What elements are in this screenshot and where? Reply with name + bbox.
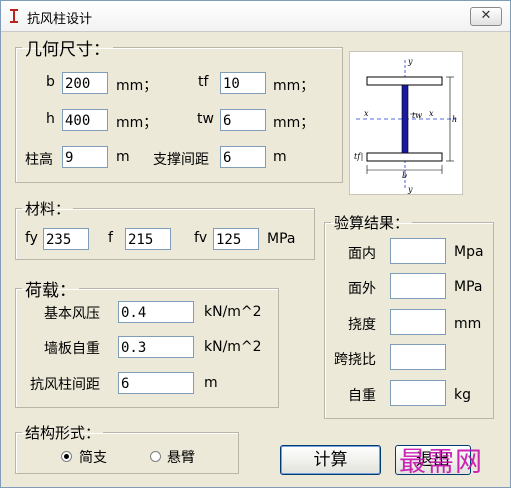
brace-spacing-unit: m <box>273 149 287 165</box>
fy-input[interactable]: 235 <box>43 228 89 250</box>
in-plane-output <box>390 238 446 264</box>
b-input[interactable]: 200 <box>62 72 108 94</box>
simply-supported-radio[interactable] <box>61 451 72 462</box>
h-input[interactable]: 400 <box>62 109 108 131</box>
deflection-output <box>390 309 446 335</box>
column-spacing-input[interactable]: 6 <box>118 372 194 394</box>
calculate-button[interactable]: 计算 <box>280 445 381 475</box>
structure-group: 结构形式： <box>15 422 239 474</box>
h-label: h <box>46 111 55 127</box>
fy-label: fy <box>25 230 38 246</box>
fv-input[interactable]: 125 <box>213 228 259 250</box>
tf-unit: mm； <box>273 78 315 94</box>
b-label: b <box>46 74 55 90</box>
results-legend: 验算结果： <box>334 214 410 232</box>
column-spacing-unit: m <box>204 375 218 391</box>
out-plane-label: 面外 <box>348 281 376 297</box>
f-label: f <box>108 230 113 246</box>
geometry-legend: 几何尺寸： <box>25 40 110 60</box>
diagram-tf: tf <box>354 152 362 161</box>
h-unit: mm； <box>116 115 158 131</box>
column-spacing-label: 抗风柱间距 <box>30 377 100 393</box>
tw-unit: mm； <box>273 115 315 131</box>
material-unit: MPa <box>267 231 296 247</box>
diagram-h: h <box>452 115 457 124</box>
self-weight-output <box>390 380 446 406</box>
brace-spacing-input[interactable]: 6 <box>220 146 266 168</box>
wind-pressure-label: 基本风压 <box>44 306 100 322</box>
diagram-x-right: x <box>429 109 434 118</box>
in-plane-label: 面内 <box>348 246 376 262</box>
column-app-icon <box>10 9 18 23</box>
fv-label: fv <box>194 230 208 246</box>
b-unit: mm； <box>116 78 158 94</box>
window-title: 抗风柱设计 <box>27 12 93 27</box>
column-height-label: 柱高 <box>25 152 53 168</box>
app-window: 抗风柱设计 ✕ 几何尺寸： b 200 mm； tf 10 mm； h 400 … <box>0 0 511 488</box>
wall-weight-label: 墙板自重 <box>44 341 100 357</box>
structure-legend: 结构形式： <box>25 424 101 442</box>
deflection-label: 挠度 <box>348 317 376 333</box>
material-legend: 材料： <box>25 200 71 218</box>
in-plane-unit: Mpa <box>454 244 484 260</box>
load-legend: 荷载： <box>25 281 76 301</box>
diagram-b: b <box>402 171 407 180</box>
self-weight-unit: kg <box>454 387 471 403</box>
span-ratio-output <box>390 344 446 370</box>
column-height-input[interactable]: 9 <box>62 146 108 168</box>
self-weight-label: 自重 <box>348 388 376 404</box>
cantilever-label[interactable]: 悬臂 <box>167 447 195 467</box>
diagram-tw: tw <box>412 111 422 120</box>
title-bar[interactable]: 抗风柱设计 ✕ <box>1 1 510 32</box>
wall-weight-unit: kN/m^2 <box>204 339 262 355</box>
watermark-logo: 最需网 <box>399 447 483 478</box>
close-button[interactable]: ✕ <box>470 7 502 26</box>
diagram-y-top: y <box>407 57 413 66</box>
out-plane-unit: MPa <box>454 279 483 295</box>
close-icon: ✕ <box>480 8 492 23</box>
client-area: 几何尺寸： b 200 mm； tf 10 mm； h 400 mm； tw 6… <box>1 32 510 487</box>
wall-weight-input[interactable]: 0.3 <box>118 336 194 358</box>
i-beam-section-icon: y y x x tw tf h b <box>354 57 457 194</box>
wind-pressure-unit: kN/m^2 <box>204 304 262 320</box>
column-height-unit: m <box>116 149 130 165</box>
brace-spacing-label: 支撑间距 <box>153 152 209 168</box>
wind-pressure-input[interactable]: 0.4 <box>118 301 194 323</box>
tw-input[interactable]: 6 <box>220 109 266 131</box>
diagram-x-left: x <box>364 109 369 118</box>
tf-label: tf <box>198 74 209 90</box>
simply-supported-label[interactable]: 简支 <box>79 447 107 467</box>
tw-label: tw <box>197 111 214 127</box>
tf-input[interactable]: 10 <box>220 72 266 94</box>
section-diagram: y y x x tw tf h b <box>349 51 463 195</box>
deflection-unit: mm <box>454 316 482 332</box>
cantilever-radio[interactable] <box>150 451 161 462</box>
f-input[interactable]: 215 <box>125 228 171 250</box>
diagram-y-bottom: y <box>407 185 413 194</box>
span-ratio-label: 跨挠比 <box>334 352 376 368</box>
out-plane-output <box>390 273 446 299</box>
